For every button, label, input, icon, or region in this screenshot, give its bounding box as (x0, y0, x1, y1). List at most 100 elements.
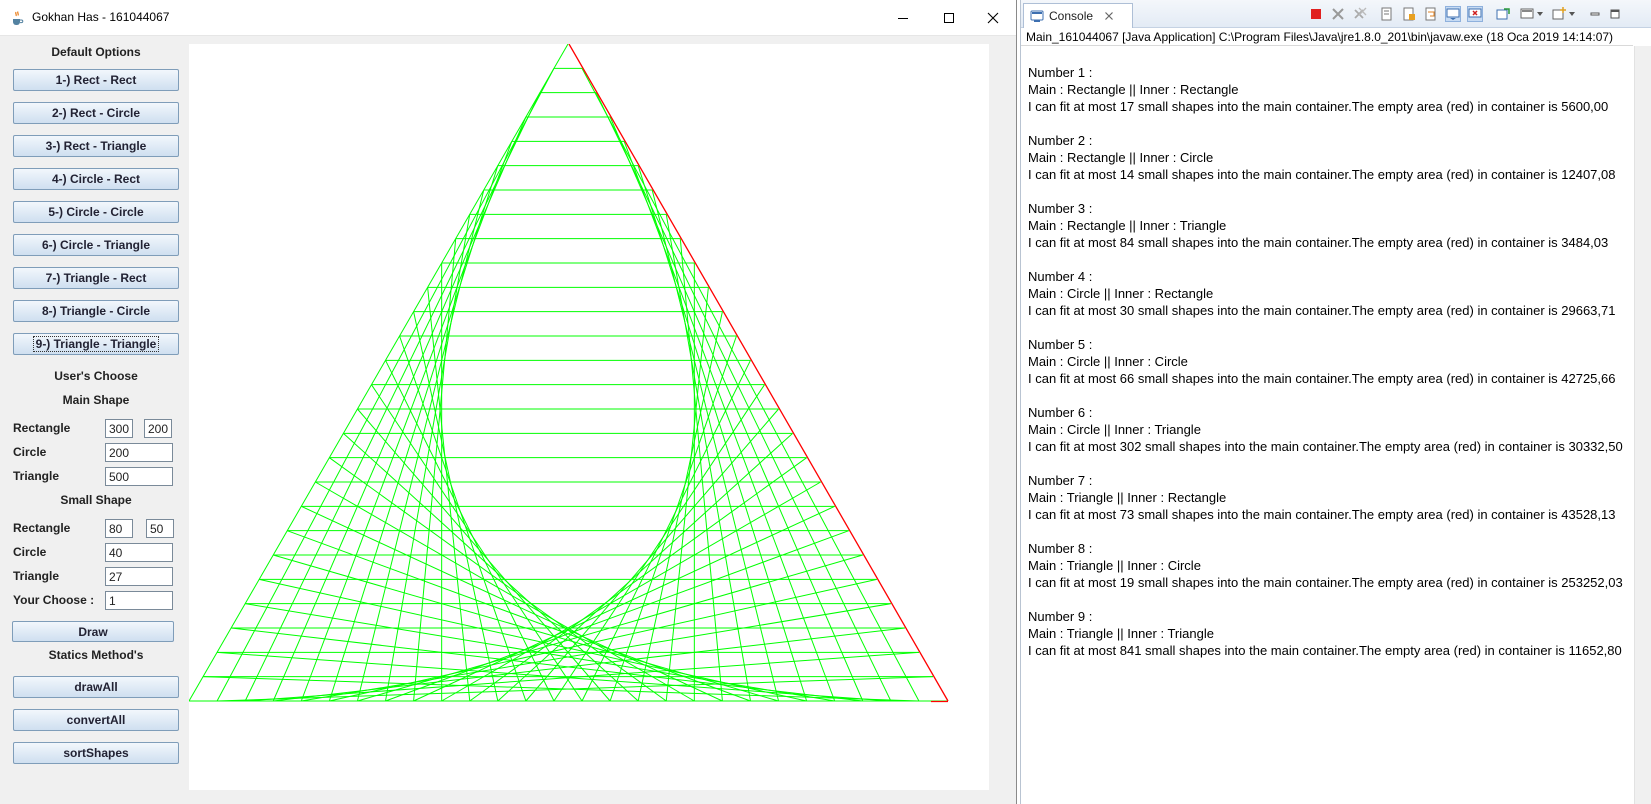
option-button-9[interactable]: 9-) Triangle - Triangle (13, 333, 179, 355)
option-button-6[interactable]: 6-) Circle - Triangle (13, 234, 179, 256)
terminate-square-icon (1311, 9, 1321, 19)
option-button-1[interactable]: 1-) Rect - Rect (13, 69, 179, 91)
maximize-button[interactable] (926, 0, 972, 36)
view-menu-maximize[interactable] (1607, 6, 1623, 22)
open-console-dropdown[interactable] (1567, 6, 1577, 22)
option-button-label: 9-) Triangle - Triangle (32, 336, 160, 352)
main-circle-input[interactable]: 200 (105, 443, 173, 462)
grid-line-diagonal (623, 141, 836, 702)
option-button-8[interactable]: 8-) Triangle - Circle (13, 300, 179, 322)
your-choose-input[interactable]: 1 (105, 591, 173, 610)
console-line-shapes: Main : Triangle || Inner : Circle (1028, 558, 1201, 573)
show-console-stderr-icon[interactable] (1467, 6, 1483, 22)
view-menu-minimize[interactable] (1587, 6, 1603, 22)
grid-line-diagonal (300, 141, 513, 702)
console-line-header: Number 5 : (1028, 337, 1093, 352)
show-console-stdout-icon[interactable] (1445, 6, 1461, 22)
small-circle-input[interactable]: 40 (105, 543, 173, 562)
terminate-icon[interactable] (1308, 6, 1324, 22)
console-line-header: Number 1 : (1028, 65, 1093, 80)
word-wrap-icon[interactable] (1423, 6, 1439, 22)
remove-all-x-icon (1354, 7, 1367, 19)
console-line-header: Number 4 : (1028, 269, 1093, 284)
close-icon (987, 12, 999, 24)
remove-launch-x-icon (1332, 8, 1344, 20)
remove-launch-icon[interactable] (1330, 6, 1346, 22)
pin-console-icon[interactable] (1495, 6, 1511, 22)
grid-line-diagonal (665, 287, 709, 702)
console-line-result: I can fit at most 84 small shapes into t… (1028, 235, 1609, 250)
display-console-icon (1520, 8, 1534, 19)
main-rect-width-input[interactable]: 300 (105, 419, 133, 438)
path-divider (1021, 45, 1633, 46)
minimize-icon (1590, 12, 1600, 16)
main-triangle-input[interactable]: 500 (105, 467, 173, 486)
tab-console[interactable]: Console (1023, 3, 1133, 28)
your-choose-label: Your Choose : (13, 593, 95, 607)
option-button-label: 3-) Rect - Triangle (45, 139, 147, 153)
option-button-2[interactable]: 2-) Rect - Circle (13, 102, 179, 124)
chevron-down-icon (1537, 12, 1543, 16)
statics-methods-title: Statics Method's (48, 648, 144, 662)
option-button-3[interactable]: 3-) Rect - Triangle (13, 135, 179, 157)
console-line-result: I can fit at most 73 small shapes into t… (1028, 507, 1616, 522)
triangle-grid-drawing (188, 43, 949, 703)
console-entry: Number 2 : Main : Rectangle || Inner : Ci… (1028, 132, 1638, 183)
draw-button[interactable]: Draw (12, 621, 174, 642)
stdout-monitor-icon (1446, 8, 1460, 20)
console-line-shapes: Main : Triangle || Inner : Triangle (1028, 626, 1214, 641)
remove-all-terminated-icon[interactable] (1352, 6, 1368, 22)
console-line-header: Number 6 : (1028, 405, 1093, 420)
small-triangle-label: Triangle (13, 569, 60, 583)
eclipse-console-view: Console Main_161044067 [Java Application… (1020, 0, 1651, 804)
console-line-result: I can fit at most 302 small shapes into … (1028, 439, 1623, 454)
main-rect-height-input[interactable]: 200 (144, 419, 172, 438)
stderr-monitor-icon (1468, 8, 1482, 18)
option-button-4[interactable]: 4-) Circle - Rect (13, 168, 179, 190)
small-rect-width-input[interactable]: 80 (105, 519, 133, 538)
grid-line-diagonal (413, 238, 457, 702)
option-button-label: 1-) Rect - Rect (55, 73, 137, 87)
console-line-header: Number 7 : (1028, 473, 1093, 488)
option-button-7[interactable]: 7-) Triangle - Rect (13, 267, 179, 289)
display-selected-console-icon[interactable] (1519, 6, 1535, 22)
open-console-plus-icon (1552, 7, 1566, 20)
console-toolbar: Console (1021, 0, 1651, 28)
console-line-result: I can fit at most 30 small shapes into t… (1028, 303, 1616, 318)
small-rect-height-input[interactable]: 50 (146, 519, 174, 538)
convert-all-button[interactable]: convertAll (13, 709, 179, 731)
console-tab-label: Console (1049, 9, 1094, 23)
small-triangle-input[interactable]: 27 (105, 567, 173, 586)
grid-line-diagonal (679, 238, 723, 702)
launch-path-label: Main_161044067 [Java Application] C:\Pro… (1026, 30, 1614, 44)
scroll-lock-doc-icon (1403, 7, 1415, 21)
chevron-down-icon (1569, 12, 1575, 16)
console-scrollbar[interactable] (1634, 46, 1651, 804)
console-icon (1030, 10, 1044, 22)
main-shape-title: Main Shape (62, 393, 130, 407)
console-line-shapes: Main : Circle || Inner : Circle (1028, 354, 1188, 369)
minimize-icon (898, 18, 908, 19)
draw-all-button[interactable]: drawAll (13, 676, 179, 698)
console-entry: Number 4 : Main : Circle || Inner : Recta… (1028, 268, 1638, 319)
display-console-dropdown[interactable] (1535, 6, 1545, 22)
sort-shapes-button[interactable]: sortShapes (13, 742, 179, 764)
close-button[interactable] (970, 0, 1016, 36)
console-output: Number 1 : Main : Rectangle || Inner : Re… (1028, 64, 1638, 676)
small-shape-title: Small Shape (60, 493, 132, 507)
console-entry: Number 6 : Main : Circle || Inner : Trian… (1028, 404, 1638, 455)
minimize-button[interactable] (880, 0, 926, 36)
console-line-shapes: Main : Circle || Inner : Rectangle (1028, 286, 1214, 301)
console-line-shapes: Main : Rectangle || Inner : Rectangle (1028, 82, 1239, 97)
option-button-label: 7-) Triangle - Rect (45, 271, 147, 285)
clear-console-icon[interactable] (1379, 6, 1395, 22)
option-button-5[interactable]: 5-) Circle - Circle (13, 201, 179, 223)
maximize-icon (944, 13, 954, 23)
option-button-label: 2-) Rect - Circle (51, 106, 141, 120)
pin-icon (1496, 8, 1510, 20)
scroll-lock-icon[interactable] (1401, 6, 1417, 22)
open-console-icon[interactable] (1551, 6, 1567, 22)
close-tab-icon[interactable] (1104, 11, 1114, 21)
window-titlebar[interactable]: Gokhan Has - 161044067 (0, 0, 1016, 36)
option-button-label: 4-) Circle - Rect (51, 172, 141, 186)
